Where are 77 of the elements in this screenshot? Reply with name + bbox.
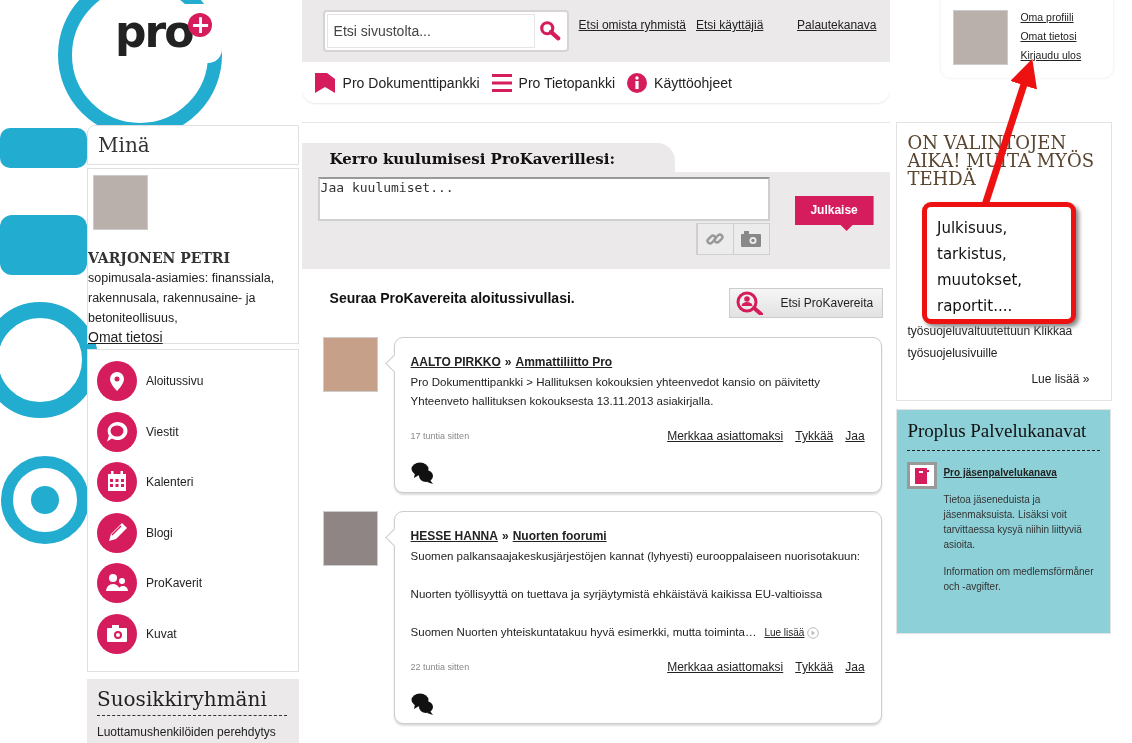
- attach-link-button[interactable]: [696, 224, 733, 254]
- author-link[interactable]: AALTO PIRKKO: [410, 355, 501, 369]
- header-link[interactable]: Etsi käyttäjiä: [695, 18, 764, 32]
- sidebar-item[interactable]: Kuvat: [97, 613, 298, 654]
- avatar-photo-placeholder: [322, 511, 378, 566]
- feedback-link[interactable]: Palautekanava: [797, 18, 877, 32]
- profile-link[interactable]: Omat tietosi: [88, 329, 163, 345]
- breadcrumb-separator: »: [504, 355, 512, 369]
- user-menu-link[interactable]: Omat tietosi: [1020, 30, 1082, 42]
- post-action-link[interactable]: Tykkää: [795, 660, 834, 674]
- user-description: sopimusala-asiamies: finanssiala, rakennusala, rakennusaine- ja betoniteollisuus,: [88, 270, 276, 327]
- search-field[interactable]: Etsi sivustolta...: [322, 10, 569, 52]
- people-icon: [97, 563, 137, 603]
- pin-icon: [97, 361, 137, 401]
- link-icon: [706, 230, 725, 248]
- nav-link[interactable]: Käyttöohjeet: [627, 72, 732, 93]
- post-time: 22 tuntia sitten: [410, 662, 470, 672]
- nav-link[interactable]: Pro Tietopankki: [491, 72, 616, 93]
- nav-link[interactable]: Pro Dokumenttipankki: [313, 71, 480, 94]
- decorative-dot: [31, 486, 59, 514]
- comments-icon: [410, 693, 435, 715]
- panel-title: Proplus Palvelukanavat: [907, 420, 1101, 451]
- pencil-icon: [97, 512, 137, 553]
- favorite-group-link[interactable]: Luottamushenkilöiden perehdytys: [97, 725, 289, 739]
- publish-button[interactable]: Julkaise: [794, 196, 874, 231]
- read-more-link[interactable]: Lue lisää: [764, 627, 805, 638]
- sidebar-item[interactable]: ProKaverit: [97, 563, 298, 603]
- avatar-photo-placeholder: [953, 10, 1009, 65]
- follow-prompt: Seuraa ProKavereita aloitussivullasi.: [329, 290, 575, 306]
- post-action-link[interactable]: Tykkää: [795, 429, 834, 443]
- post-time: 17 tuntia sitten: [410, 431, 470, 441]
- breadcrumb-separator: »: [501, 529, 509, 543]
- author-link[interactable]: HESSE HANNA: [410, 529, 498, 543]
- comments-icon: [410, 462, 435, 484]
- post-action-link[interactable]: Jaa: [845, 429, 865, 443]
- avatar-photo-placeholder: [322, 337, 378, 392]
- find-friends-button[interactable]: Etsi ProKavereita: [729, 288, 884, 318]
- speech-icon: [97, 411, 137, 452]
- notebook-icon: [914, 466, 931, 485]
- post-action-link[interactable]: Jaa: [845, 660, 865, 674]
- post-action-link[interactable]: Merkkaa asiattomaksi: [667, 660, 784, 674]
- read-more-link[interactable]: Lue lisää »: [1031, 372, 1090, 386]
- camera-icon: [741, 231, 762, 247]
- user-menu-link[interactable]: Kirjaudu ulos: [1020, 49, 1082, 61]
- composer-title: Kerro kuulumisesi ProKaverillesi:: [301, 143, 676, 172]
- status-input-field[interactable]: Jaa kuulumiset...: [317, 177, 770, 221]
- sidebar-item[interactable]: Kalenteri: [97, 462, 298, 502]
- post-text: Suomen palkansaajakeskusjärjestöjen kannat (lyhyesti) eurooppalaiseen nuorisotakuun:: [410, 549, 861, 564]
- callout-text: Julkisuus, tarkistus, muutokset, raportit....: [937, 218, 1023, 317]
- bookmark-icon: [313, 71, 336, 94]
- add-photo-button[interactable]: [732, 224, 769, 254]
- person-search-icon: [736, 291, 765, 315]
- user-name: VARJONEN PETRI: [88, 250, 232, 266]
- post-text: Suomen Nuorten yhteiskuntatakuu hyvä esimerkki, mutta toiminta…: [410, 626, 757, 638]
- sidebar-item[interactable]: Aloitussivu: [97, 361, 298, 401]
- service-text: Information om medlemsförmåner och -avgifter.: [943, 565, 1095, 594]
- avatar-photo-placeholder: [93, 175, 148, 230]
- list-icon: [491, 72, 512, 93]
- service-link[interactable]: Pro jäsenpalvelukanava: [943, 465, 1101, 480]
- camera-icon: [97, 613, 137, 654]
- service-text: Tietoa jäseneduista ja jäsenmaksuista. Lisäksi voit tarvittaessa kysyä niihin liittyviä asioita.: [943, 493, 1083, 552]
- section-title: Suosikkiryhmäni: [97, 687, 287, 716]
- header-link[interactable]: Etsi omista ryhmistä: [578, 18, 686, 32]
- post-action-link[interactable]: Merkkaa asiattomaksi: [667, 429, 784, 443]
- sidebar-item[interactable]: Blogi: [97, 512, 298, 553]
- play-circle-icon: [807, 626, 820, 639]
- post-text: Nuorten työllisyyttä on tuettava ja syrjäytymistä ehkäistävä kaikissa EU-valtioissa: [410, 587, 824, 602]
- user-menu-link[interactable]: Oma profiili: [1020, 11, 1082, 23]
- group-link[interactable]: Nuorten foorumi: [512, 529, 607, 543]
- info-icon: [627, 72, 648, 93]
- section-title: Minä: [87, 125, 299, 165]
- search-icon: [538, 20, 561, 42]
- post-text: Pro Dokumenttipankki > Hallituksen kokouksien yhteenvedot kansio on päivitetty Yhteenveto hallituksen kokouksesta 13.11.2013 asiakirjalla.: [410, 375, 822, 409]
- calendar-icon: [97, 462, 137, 502]
- news-text: työsuojeluvaltuutettuun Klikkaa työsuojelusivuille: [907, 323, 1074, 362]
- group-link[interactable]: Ammattiliitto Pro: [515, 355, 613, 369]
- sidebar-item[interactable]: Viestit: [97, 411, 298, 452]
